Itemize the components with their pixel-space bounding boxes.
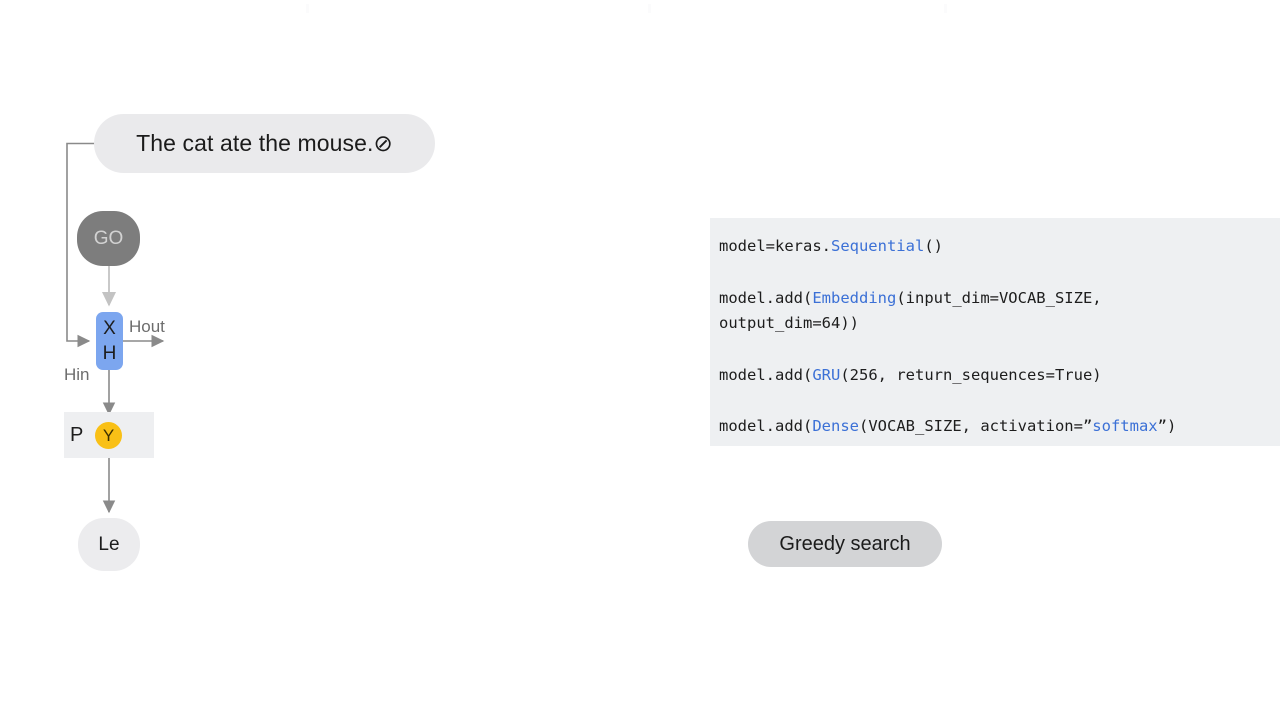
- code-text: model.add(: [719, 417, 813, 435]
- code-text: model=keras.: [719, 237, 831, 255]
- code-text: (): [924, 237, 943, 255]
- code-keyword: GRU: [812, 365, 841, 384]
- top-artifact: [648, 4, 651, 13]
- code-text: output_dim=64)): [719, 314, 859, 332]
- node-x-label: X: [103, 318, 116, 339]
- keras-code-block: model=keras.Sequential() model.add(Embed…: [710, 218, 1280, 446]
- top-artifact: [944, 4, 947, 13]
- greedy-search-button[interactable]: Greedy search: [748, 521, 942, 567]
- code-text: (input_dim=VOCAB_SIZE,: [896, 288, 1102, 307]
- node-xh: X H: [96, 312, 123, 370]
- code-line: model.add(Embedding(input_dim=VOCAB_SIZE…: [719, 286, 1280, 312]
- edge-label-hout: Hout: [129, 317, 165, 336]
- node-go-label: GO: [93, 227, 124, 249]
- code-text: model.add(: [719, 288, 813, 307]
- node-h-label: H: [102, 343, 117, 364]
- code-text: (256, return_sequences=True): [840, 365, 1102, 384]
- node-y-label: Y: [102, 425, 115, 445]
- code-text: model.add(: [719, 365, 813, 384]
- node-go: GO: [77, 211, 140, 266]
- code-keyword: Embedding: [812, 288, 897, 307]
- output-sentence-bubble: The cat ate the mouse.⊘: [94, 114, 435, 173]
- output-sentence-text: The cat ate the mouse.⊘: [136, 130, 393, 156]
- code-text: (VOCAB_SIZE, activation=”: [859, 417, 1093, 435]
- code-line: model=keras.Sequential(): [719, 234, 1280, 260]
- slide-canvas: The cat ate the mouse.⊘ GO X H Hout Hin …: [0, 0, 1280, 720]
- code-line: model.add(Dense(VOCAB_SIZE, activation=”…: [719, 414, 1280, 440]
- node-le-label: Le: [98, 533, 120, 555]
- code-keyword: Sequential: [830, 237, 925, 255]
- code-spacer: [719, 260, 1280, 286]
- code-spacer: [719, 337, 1280, 363]
- rnn-decoder-diagram: The cat ate the mouse.⊘ GO X H Hout Hin …: [0, 0, 640, 720]
- code-keyword: Dense: [812, 417, 859, 435]
- code-spacer: [719, 388, 1280, 414]
- code-keyword: softmax: [1092, 417, 1158, 435]
- code-text: ”): [1157, 417, 1177, 435]
- code-line: model.add(GRU(256, return_sequences=True…: [719, 363, 1280, 389]
- node-p-label: P: [70, 424, 84, 446]
- node-y: Y: [95, 422, 122, 449]
- node-le: Le: [78, 518, 140, 571]
- greedy-search-label: Greedy search: [779, 532, 911, 555]
- edge-label-hin: Hin: [64, 365, 90, 384]
- code-line: output_dim=64)): [719, 311, 1280, 337]
